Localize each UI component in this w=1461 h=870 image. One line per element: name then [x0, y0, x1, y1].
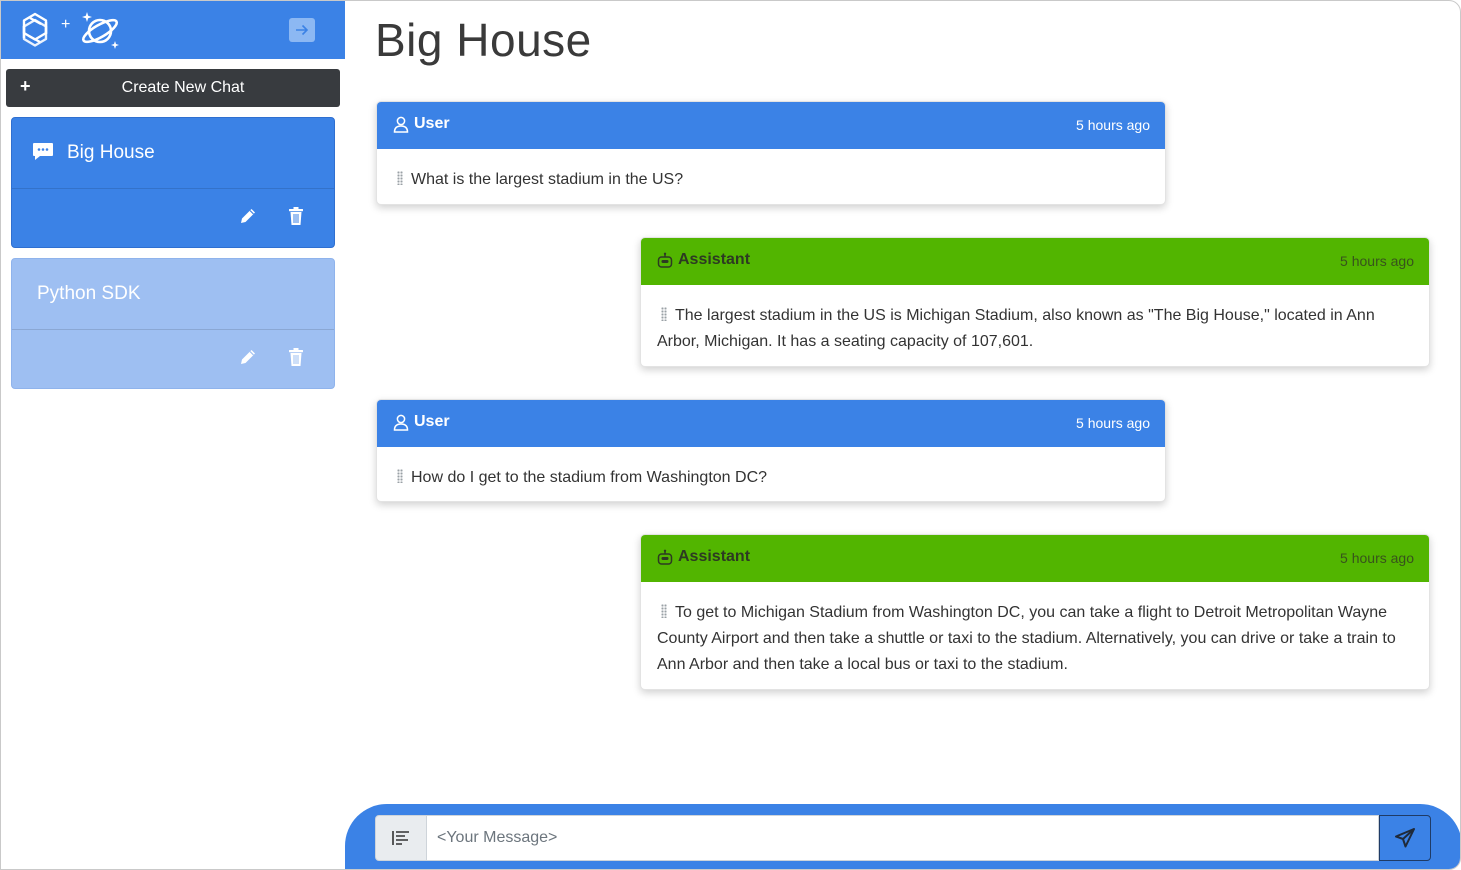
message-text: How do I get to the stadium from Washing…	[411, 469, 768, 486]
message-role: User	[414, 413, 450, 430]
pencil-icon	[241, 350, 255, 364]
sidebar: + + Create New Chat Big House Python SDK	[1, 1, 345, 869]
page-title: Big House	[375, 14, 592, 66]
collapse-sidebar-button[interactable]	[289, 18, 315, 42]
message-card-user: User 5 hours ago How do I get to the sta…	[376, 399, 1166, 502]
create-new-chat-label: Create New Chat	[121, 79, 245, 96]
send-icon	[1395, 828, 1415, 848]
text-format-button[interactable]	[375, 815, 427, 861]
message-body: How do I get to the stadium from Washing…	[377, 447, 1165, 501]
message-text: To get to Michigan Stadium from Washingt…	[657, 604, 1396, 673]
message-body: The largest stadium in the US is Michiga…	[641, 285, 1429, 366]
chat-item-title: Big House	[67, 142, 155, 163]
message-timestamp: 5 hours ago	[1076, 117, 1150, 133]
message-header: User 5 hours ago	[377, 102, 1165, 149]
message-body: To get to Michigan Stadium from Washingt…	[641, 582, 1429, 689]
pencil-icon	[241, 209, 255, 223]
message-composer	[345, 804, 1460, 869]
message-role: User	[414, 115, 450, 132]
message-body: What is the largest stadium in the US?	[377, 149, 1165, 204]
user-icon	[393, 414, 409, 431]
message-timestamp: 5 hours ago	[1340, 253, 1414, 269]
text-lines-icon	[392, 831, 409, 845]
chat-item-header: Python SDK	[12, 259, 334, 330]
message-header: User 5 hours ago	[377, 400, 1165, 447]
message-timestamp: 5 hours ago	[1340, 550, 1414, 566]
chat-bubble-icon	[33, 143, 53, 160]
drag-handle-icon[interactable]	[397, 171, 403, 185]
drag-handle-icon[interactable]	[397, 469, 403, 483]
chat-item-header: Big House	[12, 118, 334, 189]
message-text: The largest stadium in the US is Michiga…	[657, 307, 1375, 350]
chat-item-big-house[interactable]: Big House	[11, 117, 335, 248]
edit-chat-button[interactable]	[238, 206, 258, 226]
trash-icon	[289, 348, 303, 366]
message-card-user: User 5 hours ago What is the largest sta…	[376, 101, 1166, 205]
chat-item-actions	[238, 206, 306, 226]
logo-plus: +	[61, 16, 71, 33]
chat-item-python-sdk[interactable]: Python SDK	[11, 258, 335, 389]
robot-icon	[657, 549, 673, 565]
message-text: What is the largest stadium in the US?	[411, 171, 684, 188]
message-header: Assistant 5 hours ago	[641, 238, 1429, 285]
message-timestamp: 5 hours ago	[1076, 415, 1150, 431]
delete-chat-button[interactable]	[286, 347, 306, 367]
plus-icon: +	[20, 76, 31, 96]
message-input[interactable]	[427, 815, 1379, 861]
robot-icon	[657, 252, 673, 268]
message-header: Assistant 5 hours ago	[641, 535, 1429, 582]
trash-icon	[289, 207, 303, 225]
drag-handle-icon[interactable]	[661, 307, 667, 321]
drag-handle-icon[interactable]	[661, 604, 667, 618]
planet-logo-icon	[81, 12, 119, 49]
chat-item-actions	[238, 347, 306, 367]
send-button[interactable]	[1379, 815, 1431, 861]
message-role: Assistant	[678, 251, 751, 268]
chat-item-title: Python SDK	[37, 283, 141, 304]
edit-chat-button[interactable]	[238, 347, 258, 367]
message-role: Assistant	[678, 548, 751, 565]
create-new-chat-button[interactable]: + Create New Chat	[6, 69, 340, 107]
app-window: + + Create New Chat Big House Python SDK…	[0, 0, 1461, 870]
arrow-right-icon	[296, 24, 309, 36]
message-card-assistant: Assistant 5 hours ago The largest stadiu…	[640, 237, 1430, 367]
openai-logo-icon	[22, 12, 48, 47]
sidebar-header: +	[1, 1, 345, 59]
delete-chat-button[interactable]	[286, 206, 306, 226]
message-card-assistant: Assistant 5 hours ago To get to Michigan…	[640, 534, 1430, 690]
conversation-area: Big House User 5 hours ago What is the l…	[345, 1, 1460, 869]
user-icon	[393, 116, 409, 133]
